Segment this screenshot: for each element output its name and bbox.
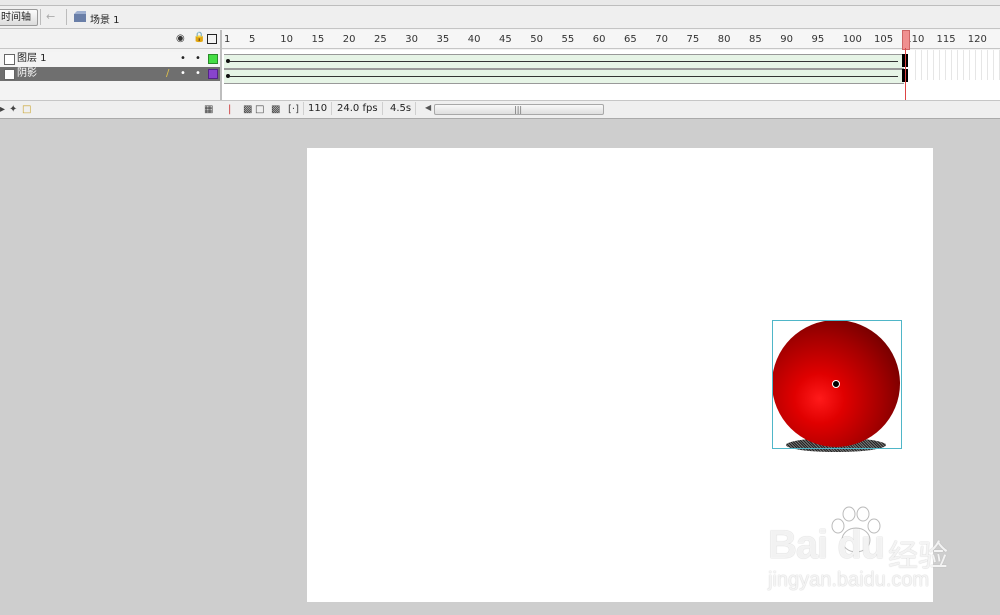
- ruler-label: 45: [499, 34, 512, 45]
- ruler-label: 80: [717, 34, 731, 45]
- ruler-label: 15: [311, 34, 325, 45]
- add-guide-icon[interactable]: ✦: [9, 104, 17, 115]
- ruler-label: 50: [530, 34, 543, 45]
- ruler-label: 70: [655, 34, 668, 45]
- onion-markers-icon[interactable]: [·]: [288, 104, 299, 115]
- fps-field[interactable]: 24.0 fps: [333, 102, 383, 115]
- watermark-url: jingyan.baidu.com: [768, 569, 930, 591]
- ruler-label: 30: [405, 34, 418, 45]
- ruler-label: 10: [280, 34, 293, 45]
- toolbar-divider: [66, 9, 67, 25]
- add-folder-icon[interactable]: □: [22, 104, 31, 115]
- ruler-label: 75: [686, 34, 700, 45]
- lock-icon[interactable]: 🔒: [193, 32, 205, 43]
- layer-name[interactable]: 阴影: [17, 67, 37, 81]
- visibility-dot[interactable]: •: [180, 67, 186, 81]
- ruler-label: 120: [967, 34, 987, 45]
- ruler-label: 65: [624, 34, 637, 45]
- ruler-label: 85: [749, 34, 762, 45]
- ruler-label: 55: [561, 34, 575, 45]
- ruler-label: 20: [342, 34, 356, 45]
- frame-ruler[interactable]: 1 5 10 15 20 25 30 35 40 45 50 55 60 65 70 75 80 85 90 95 10…: [222, 30, 1000, 49]
- ruler-label: 5: [249, 34, 256, 45]
- timeline-scrollbar[interactable]: |||: [434, 104, 604, 115]
- lock-dot[interactable]: •: [195, 67, 201, 81]
- timeline-toolbar: 时间轴 ← 场景 1: [0, 6, 1000, 29]
- layer-icon: [4, 69, 15, 80]
- ruler-label: 115: [936, 34, 956, 45]
- eye-icon[interactable]: ◉: [176, 33, 185, 44]
- toolbar-divider: [40, 9, 41, 25]
- scroll-left-arrow[interactable]: ◀: [425, 103, 431, 112]
- back-arrow-icon[interactable]: ←: [46, 11, 56, 22]
- ruler-label: 100: [842, 34, 862, 45]
- ruler-label: 40: [467, 34, 481, 45]
- current-frame-field: 110: [303, 102, 333, 115]
- layer-row-layer1[interactable]: 图层 1 • •: [0, 52, 220, 66]
- layer-icon: [4, 54, 15, 65]
- playhead[interactable]: [902, 30, 910, 50]
- add-layer-icon[interactable]: ▸: [0, 104, 5, 115]
- edit-multiple-icon[interactable]: ▩: [271, 104, 280, 115]
- timeline-status-bar: ▸ ✦ □ ▦ | ▩ □ ▩ [·] 110 24.0 fps 4.5s ◀ …: [0, 100, 1000, 119]
- visibility-dot[interactable]: •: [180, 52, 186, 66]
- tween-span-shadow[interactable]: [224, 69, 904, 84]
- ruler-label: 1: [224, 34, 231, 45]
- outline-color-swatch[interactable]: [208, 54, 218, 64]
- outline-icon[interactable]: [207, 34, 217, 44]
- layer-name[interactable]: 图层 1: [17, 52, 47, 66]
- center-frame-icon[interactable]: |: [228, 104, 231, 115]
- lock-dot[interactable]: •: [195, 52, 201, 66]
- pencil-icon: /: [166, 68, 170, 79]
- outline-color-swatch[interactable]: [208, 69, 218, 79]
- scene-icon: [74, 11, 86, 22]
- tween-arrow: [230, 61, 898, 62]
- empty-frames[interactable]: [910, 50, 1000, 80]
- ruler-label: 60: [592, 34, 606, 45]
- ruler-label: 90: [780, 34, 793, 45]
- ruler-label: 25: [374, 34, 387, 45]
- layer-row-shadow[interactable]: 阴影 / • •: [0, 67, 220, 81]
- layer-header: ◉ 🔒: [0, 30, 220, 49]
- elapsed-time-field: 4.5s: [386, 102, 417, 115]
- frame-grid[interactable]: [222, 50, 1000, 100]
- playhead-line: [905, 48, 906, 100]
- scene-label[interactable]: 场景 1: [90, 11, 120, 26]
- tween-span-layer1[interactable]: [224, 54, 904, 69]
- tween-arrow: [230, 76, 898, 77]
- onion-outline-icon[interactable]: □: [255, 104, 264, 115]
- scrollbar-grip: |||: [514, 105, 523, 114]
- ruler-label: 35: [436, 34, 450, 45]
- timeline-toggle-button[interactable]: 时间轴: [0, 9, 38, 26]
- ruler-label: 95: [811, 34, 825, 45]
- registration-point-icon: [832, 380, 840, 388]
- trash-icon[interactable]: ▦: [204, 104, 213, 115]
- watermark-brand: Bai du: [768, 523, 885, 567]
- ruler-label: 105: [874, 34, 894, 45]
- onion-skin-icon[interactable]: ▩: [243, 104, 252, 115]
